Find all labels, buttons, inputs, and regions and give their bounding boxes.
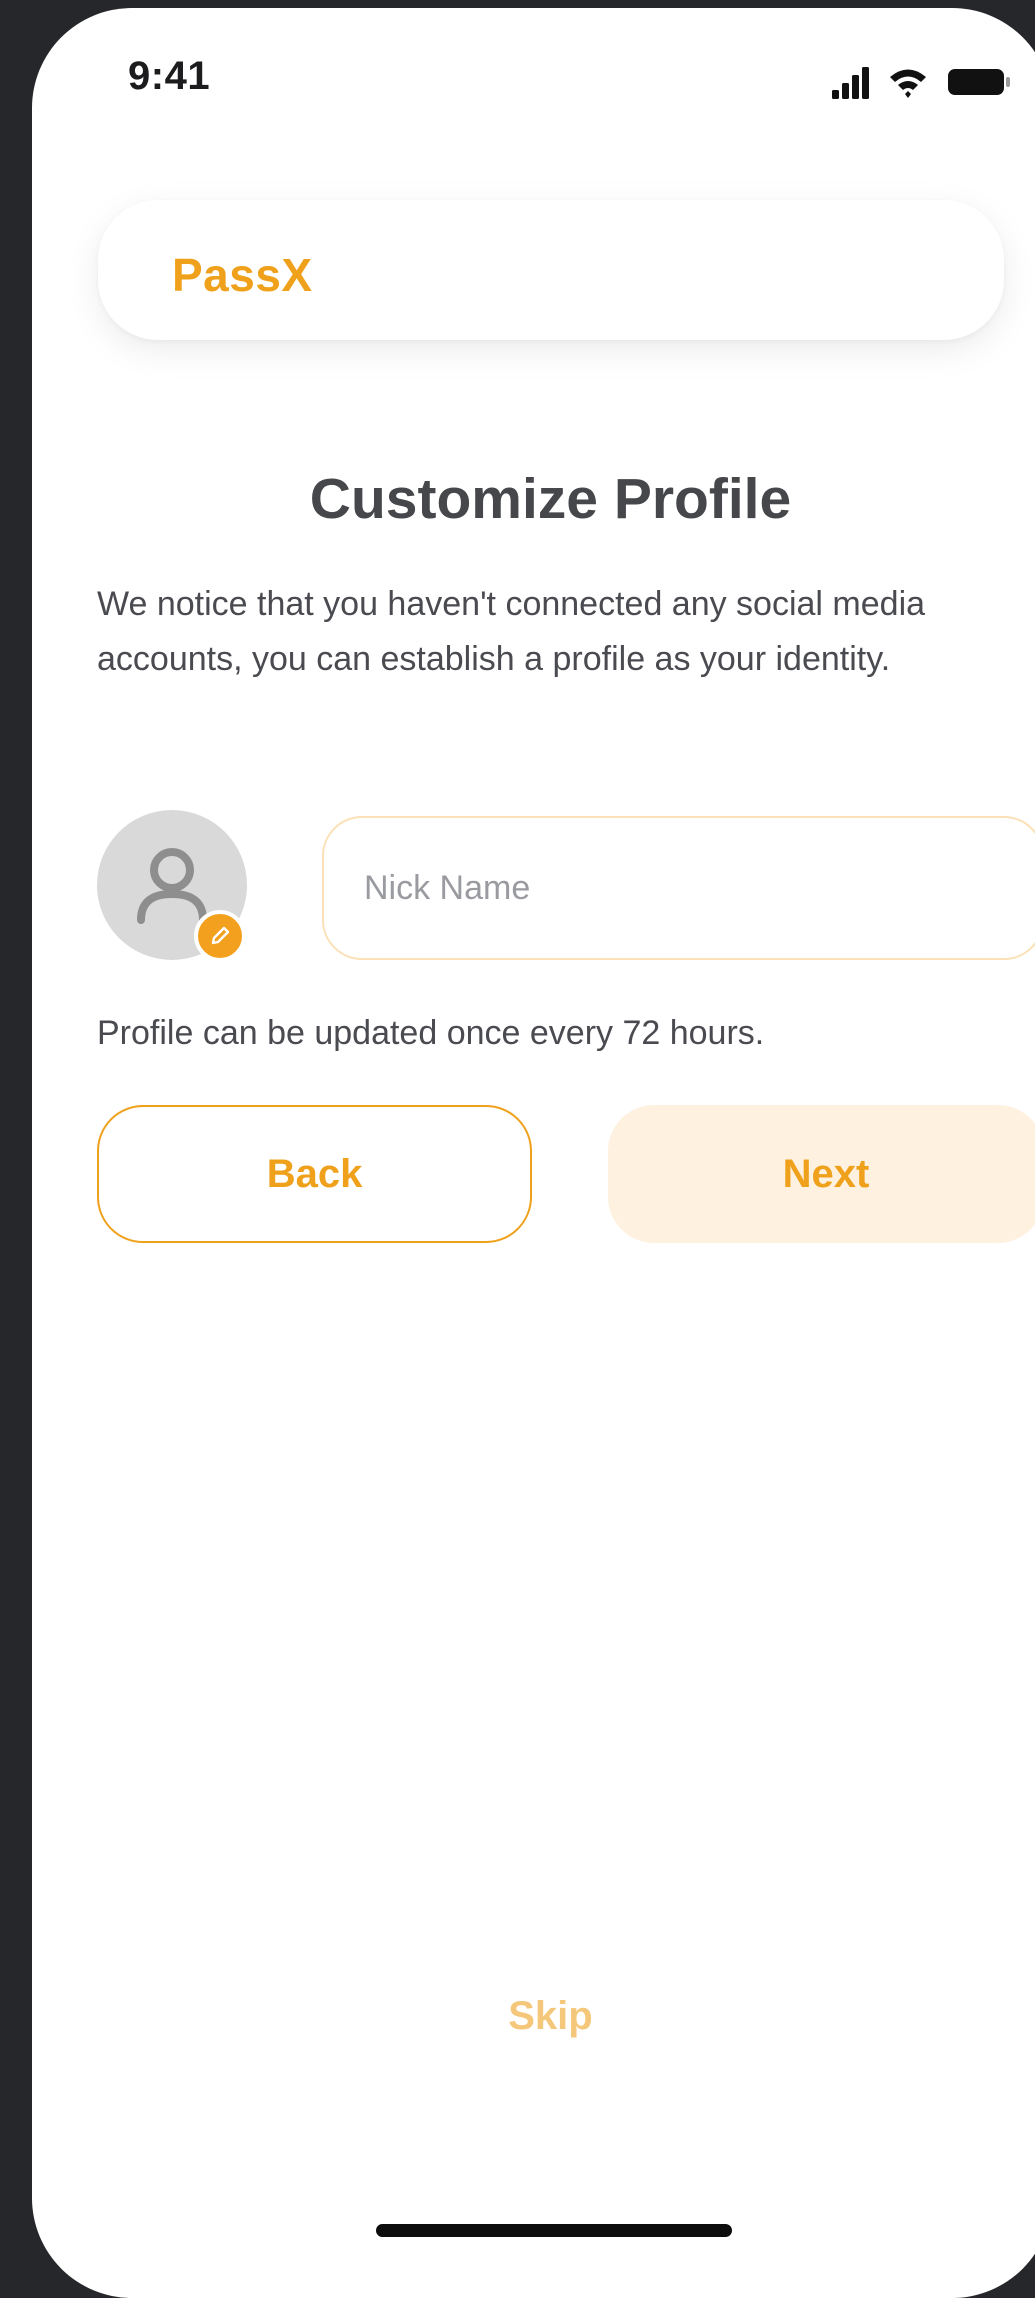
update-hint: Profile can be updated once every 72 hou… bbox=[97, 1014, 765, 1052]
nickname-input[interactable] bbox=[322, 816, 1035, 960]
pencil-icon bbox=[211, 926, 230, 945]
page-title: Customize Profile bbox=[309, 467, 792, 531]
back-button[interactable]: Back bbox=[97, 1105, 532, 1243]
wifi-icon bbox=[890, 69, 926, 98]
skip-link[interactable]: Skip bbox=[32, 1994, 1035, 2039]
signal-icon bbox=[832, 67, 869, 99]
battery-icon bbox=[948, 69, 1010, 95]
next-button[interactable]: Next bbox=[608, 1105, 1035, 1243]
home-indicator bbox=[376, 2224, 732, 2237]
status-bar: 9:41 bbox=[32, 8, 1035, 138]
avatar-edit-button[interactable] bbox=[194, 910, 246, 962]
status-icons bbox=[832, 67, 1010, 99]
page-description: We notice that you haven't connected any… bbox=[97, 585, 926, 678]
status-time: 9:41 bbox=[128, 54, 211, 98]
brand-logo-text: PassX bbox=[172, 249, 313, 301]
phone-screen: 9:41 PassX Customize Profile We notice t… bbox=[32, 8, 1035, 2298]
brand-card: PassX bbox=[98, 200, 1004, 340]
